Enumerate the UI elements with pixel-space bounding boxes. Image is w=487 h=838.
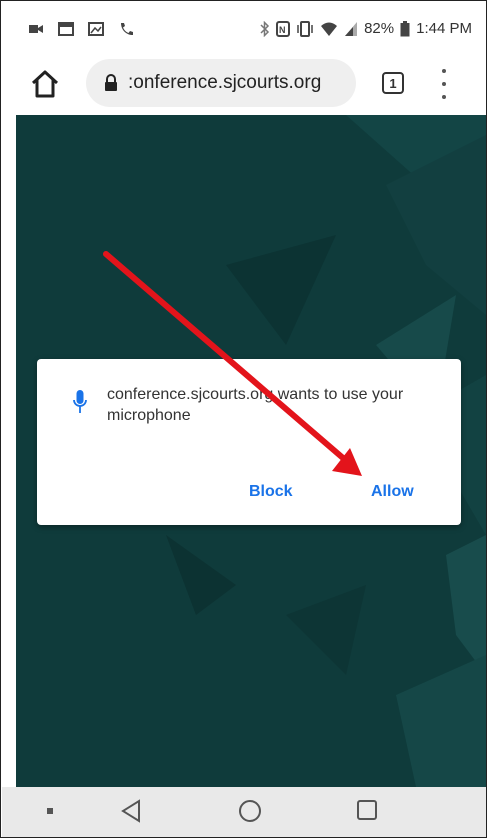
recents-icon[interactable] — [356, 799, 378, 821]
tab-switcher-button[interactable]: 1 — [382, 72, 404, 94]
system-navigation-bar — [2, 787, 486, 837]
nfc-icon: N — [276, 20, 291, 37]
overflow-menu-icon[interactable] — [434, 69, 454, 99]
call-icon — [121, 23, 133, 35]
bluetooth-icon — [260, 20, 270, 37]
lock-icon — [105, 74, 117, 91]
web-page-content: conference.sjcourts.org wants to use you… — [16, 115, 486, 787]
photo-icon — [88, 22, 104, 36]
home-circle-icon[interactable] — [238, 799, 262, 823]
allow-button[interactable]: Allow — [365, 479, 420, 505]
tab-count: 1 — [389, 75, 397, 91]
svg-text:N: N — [279, 25, 286, 35]
square-small-icon[interactable] — [46, 807, 54, 815]
signal-icon — [345, 21, 358, 36]
address-bar[interactable]: :onference.sjcourts.org — [86, 59, 356, 107]
block-button[interactable]: Block — [243, 479, 299, 505]
status-system-icons: N 82% 1:44 PM — [260, 20, 472, 37]
status-bar: N 82% 1:44 PM — [2, 2, 486, 54]
battery-icon — [400, 20, 410, 36]
video-icon — [29, 25, 43, 33]
battery-percent: 82% — [364, 20, 395, 37]
status-time: 1:44 PM — [416, 20, 472, 37]
browser-toolbar: :onference.sjcourts.org 1 — [2, 53, 486, 115]
url-text: :onference.sjcourts.org — [128, 72, 322, 93]
microphone-icon — [73, 390, 87, 413]
status-notification-icons — [28, 22, 134, 36]
wifi-icon — [321, 22, 338, 36]
image-icon — [58, 22, 74, 36]
microphone-permission-dialog: conference.sjcourts.org wants to use you… — [37, 359, 461, 525]
home-icon[interactable] — [28, 67, 62, 101]
vibrate-icon — [297, 20, 313, 37]
back-icon[interactable] — [120, 799, 142, 823]
phone-frame: N 82% 1:44 PM :onference.sjcourts.org 1 — [0, 0, 487, 838]
permission-message: conference.sjcourts.org wants to use you… — [107, 386, 404, 424]
